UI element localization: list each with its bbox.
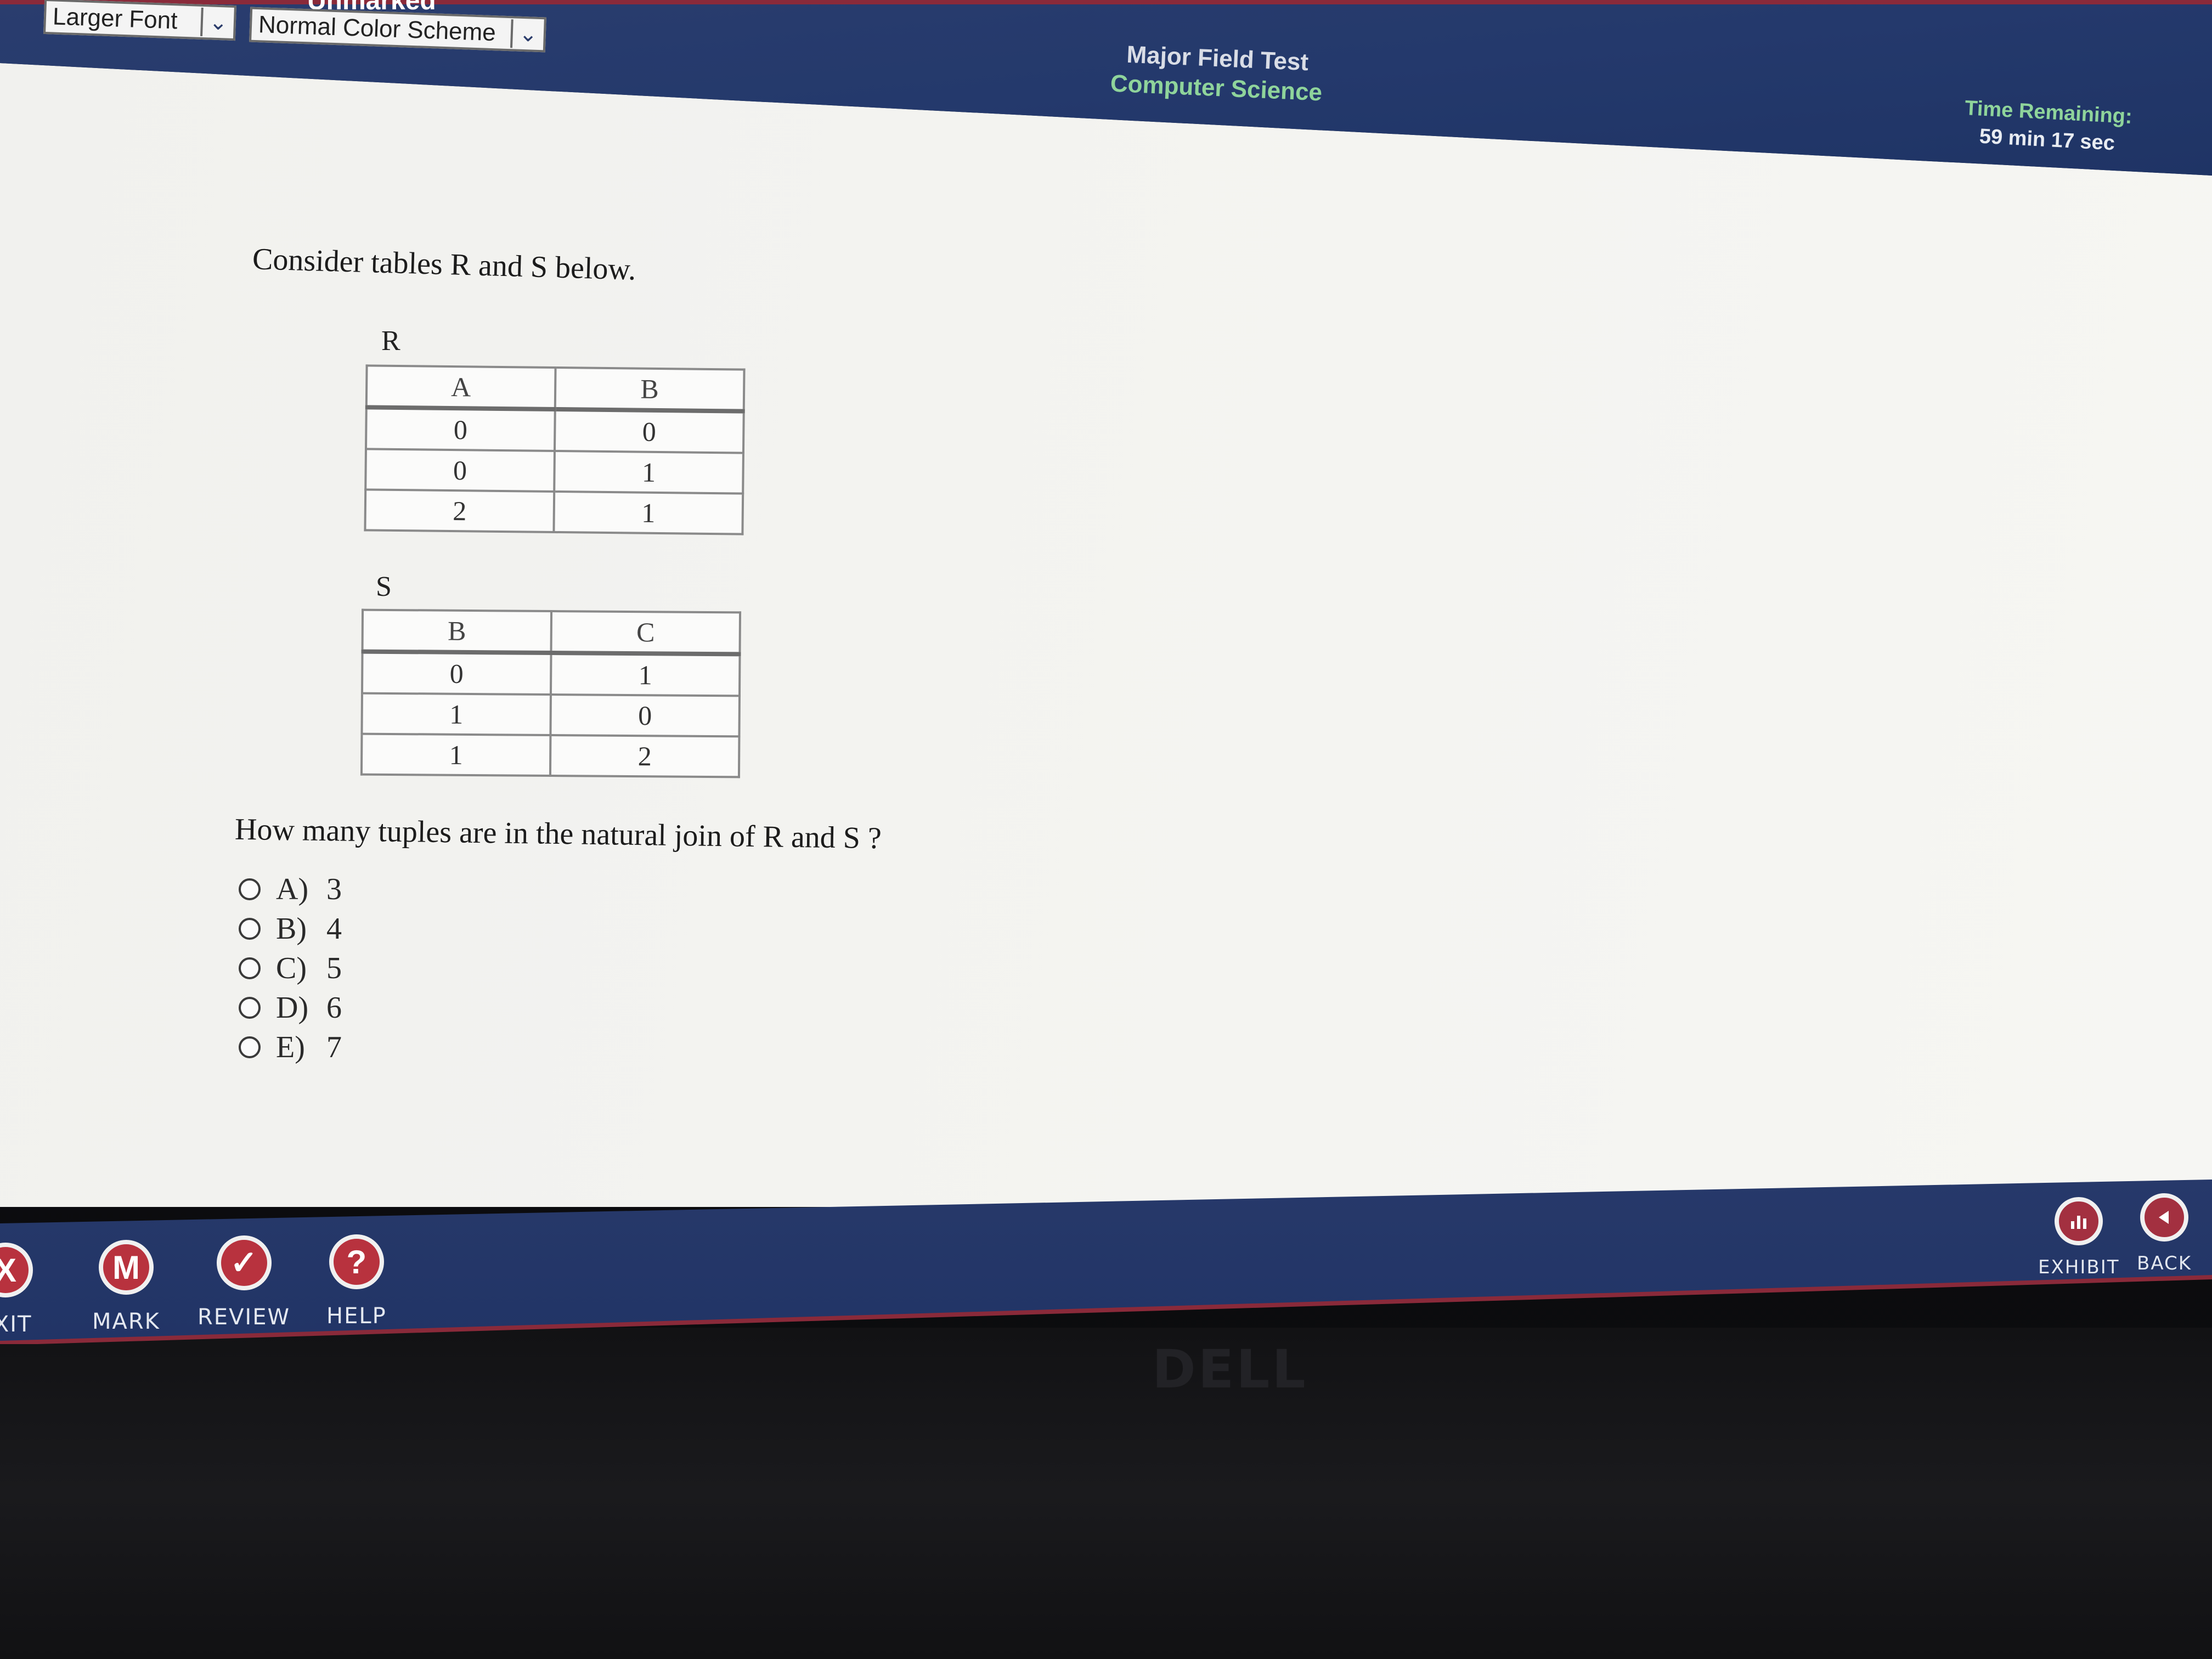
- table-s: B C 0 1 1 0 1 2: [360, 608, 742, 778]
- table-cell: 0: [550, 695, 740, 737]
- monitor-bezel: [0, 1328, 2212, 1659]
- back-button[interactable]: BACK: [2137, 1193, 2192, 1274]
- answer-choice-e[interactable]: E) 7: [239, 1028, 342, 1067]
- exhibit-icon[interactable]: [2055, 1197, 2103, 1245]
- table-header-cell: B: [362, 610, 552, 653]
- choice-value: 5: [326, 951, 342, 985]
- choice-value: 3: [326, 872, 342, 906]
- choice-letter: D): [276, 991, 309, 1025]
- exhibit-button-label: EXHIBIT: [2038, 1256, 2120, 1278]
- table-row: 0 1: [362, 651, 740, 696]
- table-cell: 1: [550, 653, 740, 696]
- table-row: 1 2: [361, 733, 740, 777]
- back-arrow-icon[interactable]: [2140, 1193, 2189, 1242]
- choice-letter: C): [276, 951, 307, 985]
- table-cell: 1: [554, 491, 743, 534]
- table-row: 0 0: [365, 407, 744, 453]
- table-cell: 2: [365, 489, 555, 532]
- table-header-cell: A: [366, 365, 556, 410]
- question-mark-icon[interactable]: ?: [329, 1234, 384, 1289]
- exit-button[interactable]: X EXIT: [0, 1243, 33, 1337]
- table-cell: 0: [554, 409, 744, 453]
- answer-choice-c[interactable]: C) 5: [239, 949, 342, 988]
- radio-button-icon[interactable]: [239, 918, 261, 940]
- radio-button-icon[interactable]: [239, 1036, 261, 1058]
- table-cell: 1: [554, 450, 743, 494]
- choice-value: 7: [326, 1030, 342, 1064]
- table-header-row: B C: [362, 610, 741, 654]
- table-s-label: S: [376, 571, 392, 602]
- monitor-brand-logo: DELL: [1152, 1339, 1308, 1400]
- table-row: 2 1: [365, 489, 743, 534]
- table-r-label: R: [381, 325, 400, 357]
- chevron-down-icon[interactable]: ⌄: [200, 7, 234, 37]
- left-triangle-icon: [2159, 1211, 2169, 1224]
- table-row: 0 1: [365, 449, 743, 494]
- back-button-label: BACK: [2137, 1252, 2192, 1274]
- answer-choice-b[interactable]: B) 4: [239, 909, 342, 949]
- choice-value: 6: [326, 991, 342, 1025]
- mark-icon[interactable]: M: [98, 1240, 154, 1295]
- choice-letter: A): [276, 872, 309, 906]
- table-header-cell: B: [555, 368, 744, 411]
- mark-button[interactable]: M MARK: [92, 1240, 160, 1334]
- monitor-screen: DELL Consider tables R and S below. R A …: [0, 0, 2212, 1659]
- radio-button-icon[interactable]: [239, 878, 261, 900]
- answer-choices: A) 3 B) 4 C) 5 D) 6 E) 7: [239, 870, 342, 1067]
- exhibit-button[interactable]: EXHIBIT: [2038, 1197, 2120, 1278]
- exit-button-label: EXIT: [0, 1312, 32, 1337]
- table-header-row: A B: [366, 365, 744, 411]
- chevron-down-icon[interactable]: ⌄: [510, 19, 544, 49]
- choice-letter: E): [276, 1030, 305, 1064]
- table-cell: 0: [365, 407, 555, 451]
- table-cell: 0: [365, 449, 555, 492]
- checkmark-icon[interactable]: ✓: [216, 1235, 272, 1290]
- radio-button-icon[interactable]: [239, 957, 261, 979]
- table-cell: 1: [361, 733, 551, 776]
- choice-value: 4: [326, 912, 342, 946]
- help-button-label: HELP: [326, 1304, 387, 1329]
- radio-button-icon[interactable]: [239, 997, 261, 1019]
- close-icon[interactable]: X: [0, 1243, 33, 1297]
- table-row: 1 0: [362, 693, 740, 737]
- test-title: Major Field Test Computer Science: [1110, 40, 1324, 108]
- color-scheme-select-value: Normal Color Scheme: [258, 11, 496, 47]
- table-cell: 1: [362, 693, 551, 735]
- table-cell: 0: [362, 651, 551, 695]
- choice-letter: B): [276, 912, 307, 946]
- mark-button-label: MARK: [92, 1309, 160, 1334]
- review-button[interactable]: ✓ REVIEW: [198, 1235, 290, 1330]
- table-header-cell: C: [551, 611, 741, 654]
- table-r: A B 0 0 0 1 2 1: [364, 364, 746, 535]
- chart-icon: [2071, 1216, 2087, 1229]
- font-size-select[interactable]: Larger Font ⌄: [43, 0, 237, 41]
- answer-choice-a[interactable]: A) 3: [239, 870, 342, 909]
- table-cell: 2: [550, 735, 740, 777]
- time-remaining: Time Remaining: 59 min 17 sec: [1963, 94, 2133, 158]
- answer-choice-d[interactable]: D) 6: [239, 988, 342, 1028]
- review-button-label: REVIEW: [198, 1305, 291, 1330]
- font-size-select-value: Larger Font: [52, 3, 178, 35]
- help-button[interactable]: ? HELP: [326, 1234, 387, 1329]
